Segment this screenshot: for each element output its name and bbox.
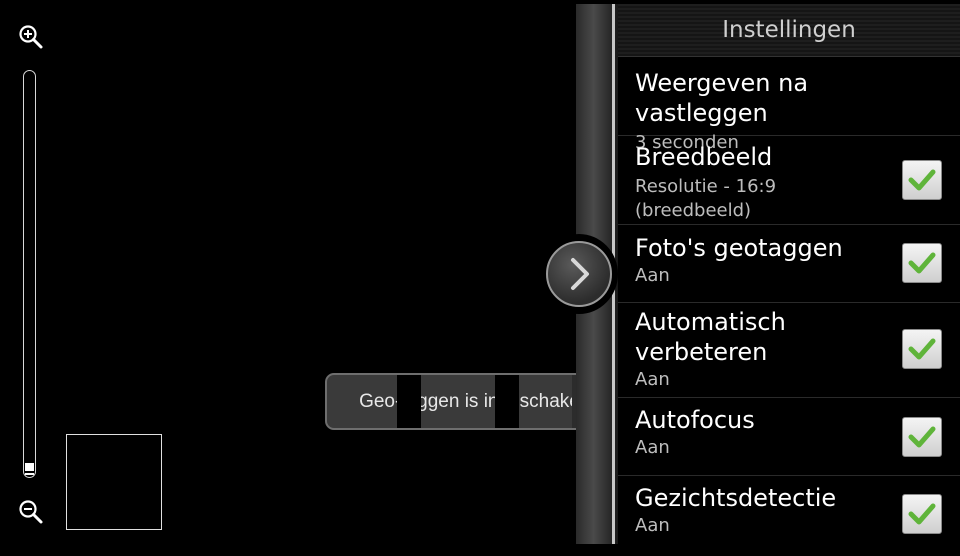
zoom-in-icon [19,25,43,49]
collapse-panel-button[interactable] [540,234,618,314]
checkmark-icon [908,252,936,274]
zoom-slider[interactable] [23,70,36,478]
toast-glitch [397,375,421,428]
zoom-out-icon [19,500,43,524]
setting-title: Foto's geotaggen [635,234,843,262]
setting-geotag[interactable]: Foto's geotaggen Aan [618,225,960,303]
widescreen-checkbox[interactable] [902,160,942,200]
checkmark-icon [908,426,936,448]
zoom-in-button[interactable] [18,24,44,50]
setting-auto-enhance[interactable]: Automatisch verbeteren Aan [618,303,960,398]
setting-title: Breedbeeld [635,143,773,171]
setting-title: Autofocus [635,406,755,434]
setting-subtitle: Aan [635,515,670,536]
chevron-right-icon [571,258,589,290]
setting-autofocus[interactable]: Autofocus Aan [618,398,960,476]
setting-subtitle: Aan [635,265,670,286]
zoom-slider-thumb[interactable] [25,463,34,471]
setting-subtitle: Resolutie - 16:9 (breedbeeld) [635,176,777,221]
autofocus-checkbox[interactable] [902,417,942,457]
geotag-checkbox[interactable] [902,243,942,283]
settings-panel: Instellingen Weergeven na vastleggen 3 s… [618,4,960,544]
toast-glitch [495,375,519,428]
setting-title: Weergeven na vastleggen [635,69,809,127]
setting-title: Gezichtsdetectie [635,484,837,512]
zoom-out-button[interactable] [18,499,44,525]
toast-text: Geo-taggen is ingeschakeld. [359,390,600,412]
collapse-knob [546,241,612,307]
settings-panel-title: Instellingen [618,4,960,57]
face-detection-checkbox[interactable] [902,494,942,534]
checkmark-icon [908,338,936,360]
last-photo-thumbnail[interactable] [66,434,162,530]
setting-subtitle: Aan [635,437,670,458]
checkmark-icon [908,503,936,525]
setting-subtitle: Aan [635,369,670,390]
zoom-slider-base [25,473,34,475]
setting-face-detection[interactable]: Gezichtsdetectie Aan [618,476,960,556]
setting-review-duration[interactable]: Weergeven na vastleggen 3 seconden [618,57,960,153]
auto-enhance-checkbox[interactable] [902,329,942,369]
setting-widescreen[interactable]: Breedbeeld Resolutie - 16:9 (breedbeeld) [618,136,960,225]
setting-title: Automatisch verbeteren [635,308,786,366]
checkmark-icon [908,169,936,191]
